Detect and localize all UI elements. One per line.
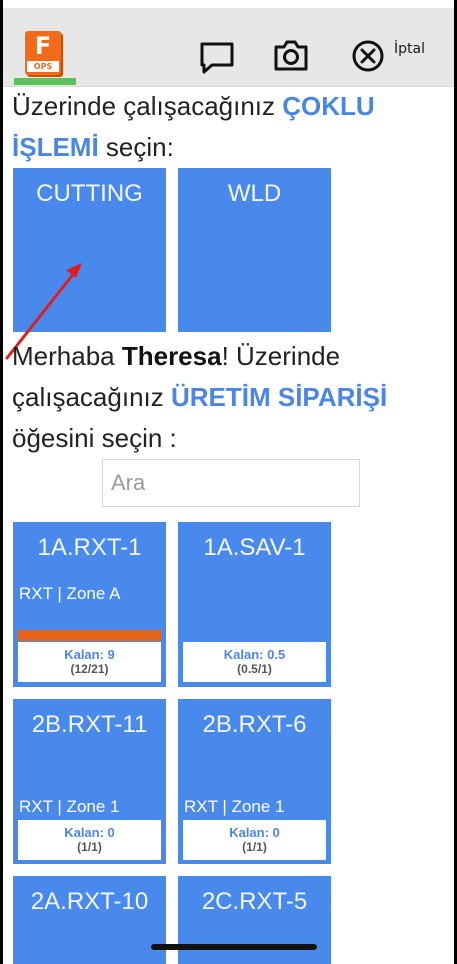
green-tab-indicator [14,78,76,85]
order-ratio: (12/21) [70,662,109,676]
order-tile[interactable]: 2C.RXT-5 [178,876,331,964]
order-remaining: Kalan: 0.5 [223,647,286,662]
camera-button[interactable] [273,38,309,72]
operation-prompt-suffix: seçin: [98,132,174,162]
operation-tile-label: WLD [227,180,282,207]
order-ratio: (1/1) [77,840,102,854]
order-ratio: (1/1) [242,840,267,854]
order-prompt-suffix: öğesini seçin : [12,423,177,453]
cancel-label[interactable]: İptal [394,41,425,57]
order-tile-name: 2A.RXT-10 [30,888,149,915]
order-tile-name: 1A.RXT-1 [37,534,142,561]
order-tile-name: 2B.RXT-6 [202,711,307,738]
order-tile[interactable]: 1A.RXT-1 RXT | Zone A Kalan: 9 (12/21) [13,522,166,687]
order-remaining-box: Kalan: 0 (1/1) [183,820,326,860]
order-progress-bar [18,630,161,641]
order-tile-location: RXT | Zone A [19,584,121,603]
order-tile[interactable]: 1A.SAV-1 Kalan: 0.5 (0.5/1) [178,522,331,687]
camera-icon [274,40,308,71]
order-prompt: Merhaba Theresa! Üzerinde çalışacağınız … [12,336,422,459]
app-logo: F OPS [25,31,61,75]
order-remaining: Kalan: 0 [64,825,115,840]
order-tile-name: 1A.SAV-1 [203,534,306,561]
home-indicator[interactable] [151,944,317,950]
order-tile[interactable]: 2B.RXT-6 RXT | Zone 1 Kalan: 0 (1/1) [178,699,331,864]
app-logo-letter: F [34,32,52,60]
order-tile-name: 2B.RXT-11 [31,711,148,738]
order-remaining-box: Kalan: 0 (1/1) [18,820,161,860]
app-logo-caption: OPS [27,61,59,72]
order-prompt-highlight: ÜRETİM SİPARİŞİ [170,382,388,412]
order-prompt-user: Theresa [121,341,222,371]
operation-prompt: Üzerinde çalışacağınız ÇOKLU İŞLEMİ seçi… [12,86,432,168]
chat-icon [200,42,234,74]
order-tile-location: RXT | Zone 1 [184,797,285,816]
app-header: F OPS İptal [3,8,454,87]
order-tile[interactable]: 2B.RXT-11 RXT | Zone 1 Kalan: 0 (1/1) [13,699,166,864]
chat-button[interactable] [199,41,235,75]
order-remaining-box: Kalan: 0.5 (0.5/1) [183,642,326,682]
order-tile-name: 2C.RXT-5 [201,888,308,915]
order-prompt-greeting: Merhaba [12,341,122,371]
operation-prompt-prefix: Üzerinde çalışacağınız [12,91,283,121]
device-bezel-left [0,0,3,964]
order-remaining: Kalan: 9 [64,647,115,662]
status-bar-area [0,0,457,8]
search-input[interactable] [103,460,359,506]
order-remaining: Kalan: 0 [229,825,280,840]
operation-tile-wld[interactable]: WLD [178,168,331,332]
order-ratio: (0.5/1) [237,662,272,676]
order-remaining-box: Kalan: 9 (12/21) [18,642,161,682]
close-circle-icon [352,40,384,72]
operation-tile-label: CUTTING [36,180,143,207]
order-tile-location: RXT | Zone 1 [19,797,120,816]
search-box[interactable] [102,459,360,507]
cancel-button[interactable] [351,39,385,73]
order-tile[interactable]: 2A.RXT-10 [13,876,166,964]
